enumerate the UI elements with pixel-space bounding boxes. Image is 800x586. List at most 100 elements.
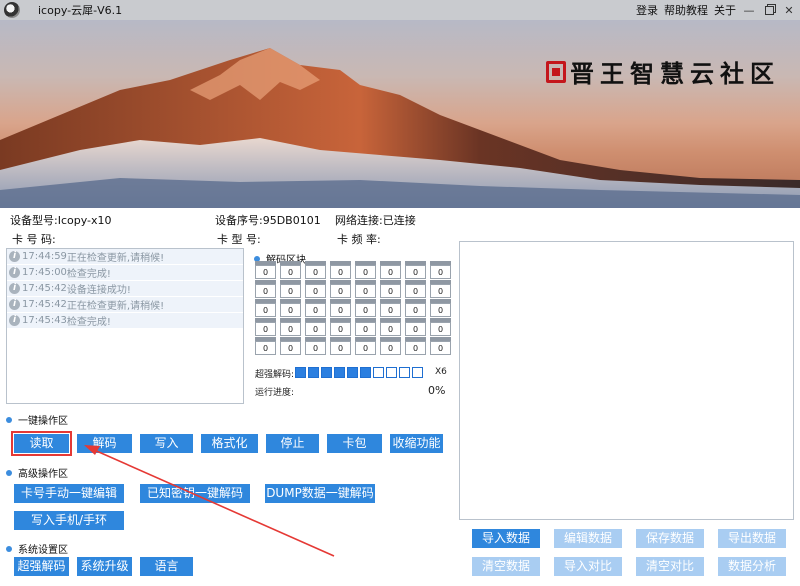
card-frequency-label: 卡 频 率: xyxy=(337,233,381,246)
stop-button[interactable]: 停止 xyxy=(266,434,319,453)
dump-decode-button[interactable]: DUMP数据一键解码 xyxy=(265,484,375,503)
log-text: 正在检查更新,请稍候! xyxy=(66,301,165,312)
edit-data-button[interactable]: 编辑数据 xyxy=(554,529,622,548)
write-phone-band-button[interactable]: 写入手机/手环 xyxy=(14,511,124,530)
log-row: i 17:45:00 检查完成! xyxy=(7,265,243,280)
advanced-section-title: 高级操作区 xyxy=(18,469,68,480)
decode-button[interactable]: 解码 xyxy=(77,434,132,453)
log-row: i 17:45:42 设备连接成功! xyxy=(7,281,243,296)
log-time: 17:45:42 xyxy=(22,283,67,294)
decode-block-cell: 0 xyxy=(280,299,301,317)
decode-block-cell: 0 xyxy=(380,299,401,317)
import-data-button[interactable]: 导入数据 xyxy=(472,529,540,548)
one-key-section-header: 一键操作区 xyxy=(6,412,68,427)
system-section-title: 系统设置区 xyxy=(18,545,68,556)
progress-value: 0% xyxy=(428,384,446,397)
decode-block-cell: 0 xyxy=(255,337,276,355)
decode-block-cell: 0 xyxy=(430,337,451,355)
boost-level-square[interactable] xyxy=(321,367,332,378)
boost-level-square[interactable] xyxy=(412,367,423,378)
boost-level-square[interactable] xyxy=(334,367,345,378)
read-button[interactable]: 读取 xyxy=(11,431,72,456)
decode-block-cell: 0 xyxy=(380,337,401,355)
decode-block-cell: 0 xyxy=(355,299,376,317)
boost-level-square[interactable] xyxy=(295,367,306,378)
log-text: 检查完成! xyxy=(66,269,111,280)
device-serial: 设备序号:95DB0101 xyxy=(215,214,321,227)
log-row: i 17:45:42 正在检查更新,请稍候! xyxy=(7,297,243,312)
decode-block-cell: 0 xyxy=(430,299,451,317)
manual-card-edit-button[interactable]: 卡号手动一键编辑 xyxy=(14,484,124,503)
decode-block-cell: 0 xyxy=(405,299,426,317)
collapse-function-button[interactable]: 收缩功能 xyxy=(390,434,443,453)
network-status: 网络连接:已连接 xyxy=(335,214,416,227)
section-dot-icon xyxy=(6,469,12,476)
decode-block-cell: 0 xyxy=(380,318,401,336)
format-button[interactable]: 格式化 xyxy=(201,434,258,453)
info-icon: i xyxy=(9,283,20,294)
log-time: 17:45:42 xyxy=(22,299,67,310)
import-compare-button[interactable]: 导入对比 xyxy=(554,557,622,576)
system-upgrade-button[interactable]: 系统升级 xyxy=(77,557,132,576)
log-row: i 17:44:59 正在检查更新,请稍候! xyxy=(7,249,243,264)
maximize-icon[interactable] xyxy=(762,3,776,17)
mountain-banner: 晋王智慧云社区 xyxy=(0,20,800,208)
info-icon: i xyxy=(9,299,20,310)
log-text: 正在检查更新,请稍候! xyxy=(66,253,165,264)
decode-block-cell: 0 xyxy=(330,280,351,298)
info-icon: i xyxy=(9,251,20,262)
decode-block-cell: 0 xyxy=(405,318,426,336)
help-tutorial-link[interactable]: 帮助教程 xyxy=(664,2,708,18)
data-panel[interactable] xyxy=(459,241,794,520)
boost-decode-button[interactable]: 超强解码 xyxy=(14,557,69,576)
data-analysis-button[interactable]: 数据分析 xyxy=(718,557,786,576)
brand-mark-icon xyxy=(546,60,566,83)
decode-block-cell: 0 xyxy=(255,299,276,317)
decode-block-cell: 0 xyxy=(405,337,426,355)
decode-block-cell: 0 xyxy=(280,261,301,279)
about-link[interactable]: 关于 xyxy=(714,2,736,18)
log-time: 17:45:43 xyxy=(22,315,67,326)
decode-block-cell: 0 xyxy=(280,280,301,298)
decode-block-cell: 0 xyxy=(255,318,276,336)
decode-block-cell: 0 xyxy=(355,337,376,355)
decode-block-cell: 0 xyxy=(255,280,276,298)
known-key-decode-button[interactable]: 已知密钥一键解码 xyxy=(140,484,250,503)
log-text: 设备连接成功! xyxy=(66,285,131,296)
login-link[interactable]: 登录 xyxy=(636,2,658,18)
card-number-label: 卡 号 码: xyxy=(12,233,56,246)
info-icon: i xyxy=(9,267,20,278)
decode-block-cell: 0 xyxy=(330,299,351,317)
log-time: 17:44:59 xyxy=(22,251,67,262)
card-type-label: 卡 型 号: xyxy=(217,233,261,246)
card-pack-button[interactable]: 卡包 xyxy=(327,434,382,453)
minimize-icon[interactable]: — xyxy=(742,3,756,17)
boost-level-square[interactable] xyxy=(360,367,371,378)
mountain-image xyxy=(0,48,800,208)
decode-block-grid: 0000000000000000000000000000000000000000 xyxy=(255,261,451,355)
boost-level-square[interactable] xyxy=(347,367,358,378)
decode-block-cell: 0 xyxy=(280,318,301,336)
boost-decode-label: 超强解码: xyxy=(255,370,295,380)
log-time: 17:45:00 xyxy=(22,267,67,278)
boost-level-square[interactable] xyxy=(386,367,397,378)
clear-data-button[interactable]: 清空数据 xyxy=(472,557,540,576)
boost-level-indicator[interactable] xyxy=(295,367,423,378)
export-data-button[interactable]: 导出数据 xyxy=(718,529,786,548)
clear-compare-button[interactable]: 清空对比 xyxy=(636,557,704,576)
language-button[interactable]: 语言 xyxy=(140,557,193,576)
decode-block-cell: 0 xyxy=(405,280,426,298)
progress-bar xyxy=(295,384,421,396)
save-data-button[interactable]: 保存数据 xyxy=(636,529,704,548)
decode-block-cell: 0 xyxy=(280,337,301,355)
decode-block-cell: 0 xyxy=(405,261,426,279)
boost-level-square[interactable] xyxy=(399,367,410,378)
boost-level-square[interactable] xyxy=(308,367,319,378)
write-button[interactable]: 写入 xyxy=(140,434,193,453)
advanced-section-header: 高级操作区 xyxy=(6,465,68,480)
close-icon[interactable]: ✕ xyxy=(782,3,796,17)
log-panel[interactable]: i 17:44:59 正在检查更新,请稍候! i 17:45:00 检查完成! i 17:45… xyxy=(6,248,244,404)
app-logo-icon xyxy=(4,2,20,18)
boost-level-square[interactable] xyxy=(373,367,384,378)
info-icon: i xyxy=(9,315,20,326)
